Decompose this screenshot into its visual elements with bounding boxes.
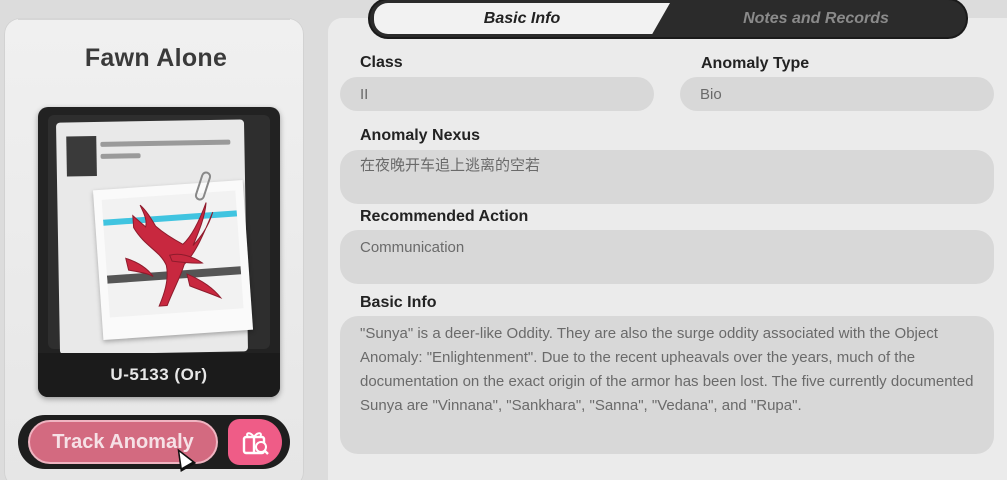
- recommended-action-label: Recommended Action: [360, 208, 529, 225]
- anomaly-dossier: U-5133 (Or): [38, 107, 280, 397]
- anomaly-nexus-label: Anomaly Nexus: [360, 127, 481, 144]
- document-line: [100, 139, 231, 147]
- card-top-edge: [18, 18, 290, 22]
- anomaly-code: U-5133 (Or): [38, 353, 280, 397]
- class-label: Class: [360, 54, 403, 71]
- anomaly-type-label: Anomaly Type: [701, 55, 810, 72]
- photo-image: [101, 190, 244, 318]
- basic-info-label: Basic Info: [360, 294, 437, 311]
- gift-search-button[interactable]: [228, 419, 282, 465]
- basic-info-field: "Sunya" is a deer-like Oddity. They are …: [340, 316, 994, 454]
- anomaly-photo: [92, 179, 254, 341]
- anomaly-nexus-field: 在夜晚开车追上逃离的空若: [340, 150, 994, 204]
- document-logo: [66, 135, 97, 177]
- anomaly-type-field: Bio: [680, 77, 994, 111]
- class-field: II: [340, 77, 654, 111]
- action-bar: Track Anomaly: [18, 415, 290, 469]
- tab-basic-info[interactable]: Basic Info: [374, 0, 670, 37]
- anomaly-name: Fawn Alone: [84, 44, 228, 72]
- gift-search-icon: [242, 432, 269, 455]
- tab-notes-and-records[interactable]: Notes and Records: [670, 0, 962, 37]
- recommended-action-field: Communication: [340, 230, 994, 284]
- crimson-deer-icon: [125, 202, 223, 307]
- document-line: [100, 153, 141, 159]
- tab-bar: Basic Info Notes and Records: [370, 0, 966, 37]
